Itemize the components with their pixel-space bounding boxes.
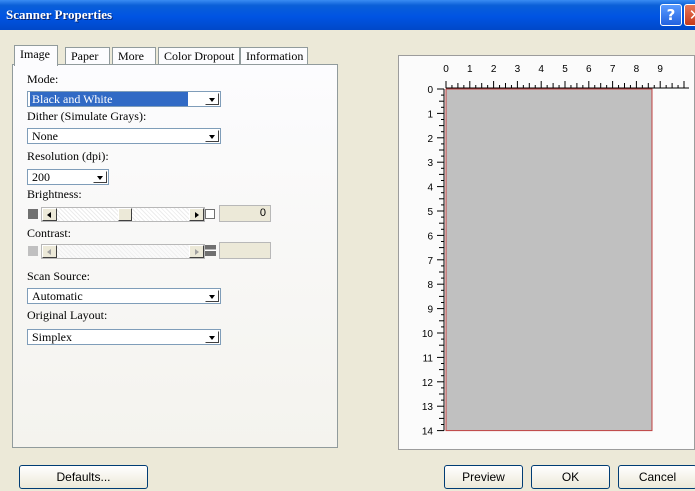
x-ruler-label: 9 xyxy=(657,64,663,75)
scan-area-page xyxy=(445,88,653,432)
brightness-value[interactable]: 0 xyxy=(219,205,271,222)
image-tab-panel: Mode: Black and White Dither (Simulate G… xyxy=(12,64,338,448)
y-ruler-label: 12 xyxy=(422,378,434,389)
x-ruler-label: 5 xyxy=(562,64,568,75)
y-ruler-label: 10 xyxy=(422,329,434,340)
tab-paper[interactable]: Paper xyxy=(65,47,110,65)
help-icon: ? xyxy=(666,6,676,24)
preview-canvas[interactable]: 0 1 2 3 4 5 6 7 8 901234567891011121314 xyxy=(399,56,695,451)
x-ruler-label: 8 xyxy=(634,64,640,75)
x-ruler-label: 3 xyxy=(515,64,521,75)
chevron-down-icon[interactable] xyxy=(93,171,107,183)
slider-left-icon[interactable] xyxy=(42,208,57,221)
slider-right-icon[interactable] xyxy=(189,208,204,221)
high-contrast-icon xyxy=(205,245,216,256)
dark-swatch-icon xyxy=(28,209,38,219)
help-button[interactable]: ? xyxy=(660,4,682,26)
x-ruler-label: 4 xyxy=(538,64,544,75)
y-ruler-label: 7 xyxy=(427,256,433,267)
close-button[interactable]: ✕ xyxy=(684,4,695,26)
cancel-button[interactable]: Cancel xyxy=(618,465,695,489)
brightness-label: Brightness: xyxy=(27,187,82,201)
resolution-label: Resolution (dpi): xyxy=(27,149,109,163)
dither-label: Dither (Simulate Grays): xyxy=(27,109,147,123)
defaults-button[interactable]: Defaults... xyxy=(19,465,148,489)
light-swatch-icon xyxy=(205,209,215,219)
slider-right-icon xyxy=(189,245,204,258)
x-ruler-label: 7 xyxy=(610,64,616,75)
original-layout-value: Simplex xyxy=(32,330,73,344)
chevron-down-icon[interactable] xyxy=(205,93,219,105)
y-ruler-label: 9 xyxy=(427,305,433,316)
y-ruler-label: 13 xyxy=(422,402,434,413)
slider-left-icon xyxy=(42,245,57,258)
contrast-slider xyxy=(41,244,205,259)
x-ruler-label: 1 xyxy=(467,64,473,75)
chevron-down-icon[interactable] xyxy=(205,331,219,343)
chevron-down-icon[interactable] xyxy=(205,130,219,142)
preview-frame: 0 1 2 3 4 5 6 7 8 9 0 1 2 3 4 5 6 7 8 9 10 11 12 13 14 xyxy=(398,55,695,450)
dither-value: None xyxy=(32,129,58,143)
tab-color-dropout[interactable]: Color Dropout xyxy=(158,47,240,65)
brightness-slider[interactable] xyxy=(41,207,205,222)
y-ruler-label: 8 xyxy=(427,280,433,291)
original-layout-label: Original Layout: xyxy=(27,308,108,322)
y-ruler-label: 2 xyxy=(427,134,433,145)
mode-label: Mode: xyxy=(27,72,59,86)
mode-value: Black and White xyxy=(30,92,188,106)
scan-source-select[interactable]: Automatic xyxy=(27,288,221,304)
y-ruler-label: 4 xyxy=(427,183,433,194)
brightness-thumb[interactable] xyxy=(118,208,132,221)
resolution-value: 200 xyxy=(32,170,50,184)
scan-source-label: Scan Source: xyxy=(27,269,90,283)
y-ruler-label: 5 xyxy=(427,207,433,218)
preview-button[interactable]: Preview xyxy=(444,465,523,489)
contrast-label: Contrast: xyxy=(27,226,71,240)
y-ruler-label: 6 xyxy=(427,231,433,242)
resolution-select[interactable]: 200 xyxy=(27,169,109,185)
tab-information[interactable]: Information xyxy=(240,47,308,65)
y-ruler-label: 11 xyxy=(423,353,434,364)
original-layout-select[interactable]: Simplex xyxy=(27,329,221,345)
x-ruler-label: 6 xyxy=(586,64,592,75)
ok-button[interactable]: OK xyxy=(531,465,610,489)
contrast-value xyxy=(219,242,271,259)
low-contrast-icon xyxy=(28,246,38,256)
window-title: Scanner Properties xyxy=(6,7,113,22)
x-ruler-label: 2 xyxy=(491,64,497,75)
y-ruler-label: 3 xyxy=(427,158,433,169)
y-ruler-label: 14 xyxy=(422,427,434,438)
y-ruler-label: 0 xyxy=(427,85,433,96)
tab-more[interactable]: More xyxy=(112,47,156,65)
tab-image[interactable]: Image xyxy=(14,45,58,66)
chevron-down-icon[interactable] xyxy=(205,290,219,302)
title-bar: Scanner Properties ? ✕ xyxy=(0,0,695,30)
scan-source-value: Automatic xyxy=(32,289,83,303)
y-ruler-label: 1 xyxy=(427,109,433,120)
mode-select[interactable]: Black and White xyxy=(27,91,221,107)
x-ruler-label: 0 xyxy=(443,64,449,75)
close-icon: ✕ xyxy=(688,6,695,24)
dither-select[interactable]: None xyxy=(27,128,221,144)
